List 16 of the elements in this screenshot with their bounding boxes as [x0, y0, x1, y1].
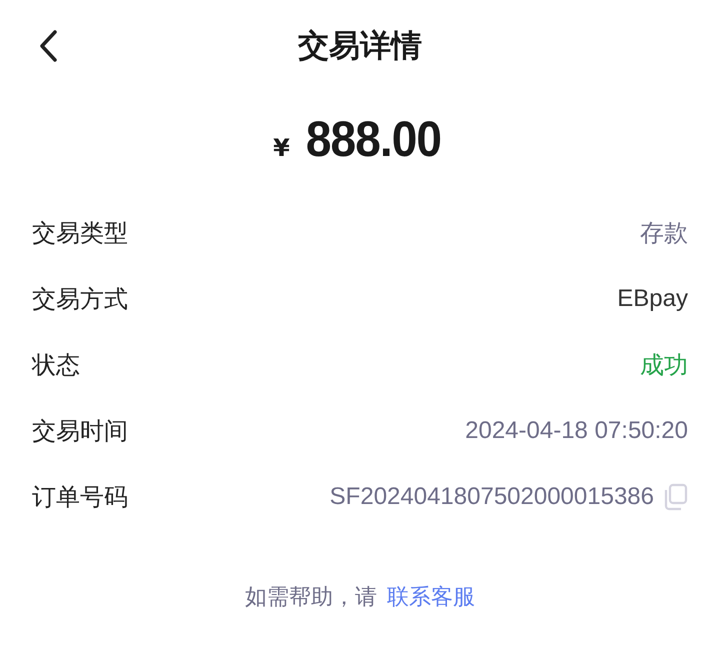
detail-label: 状态	[32, 350, 80, 381]
detail-value: 2024-04-18 07:50:20	[465, 417, 688, 445]
detail-label: 交易类型	[32, 218, 128, 249]
detail-value: EBpay	[617, 285, 688, 313]
currency-symbol: ¥	[273, 134, 290, 162]
detail-value: SF2024041807502000015386	[330, 483, 654, 511]
detail-value: 成功	[640, 351, 688, 381]
amount-value: 888.00	[306, 110, 441, 168]
detail-label: 交易方式	[32, 284, 128, 315]
help-text: 如需帮助，请	[245, 584, 377, 612]
back-icon	[38, 29, 58, 63]
detail-label: 交易时间	[32, 416, 128, 447]
detail-value: 存款	[640, 219, 688, 249]
detail-label: 订单号码	[32, 482, 128, 513]
contact-support-link[interactable]: 联系客服	[387, 582, 475, 612]
page-title: 交易详情	[298, 27, 422, 66]
